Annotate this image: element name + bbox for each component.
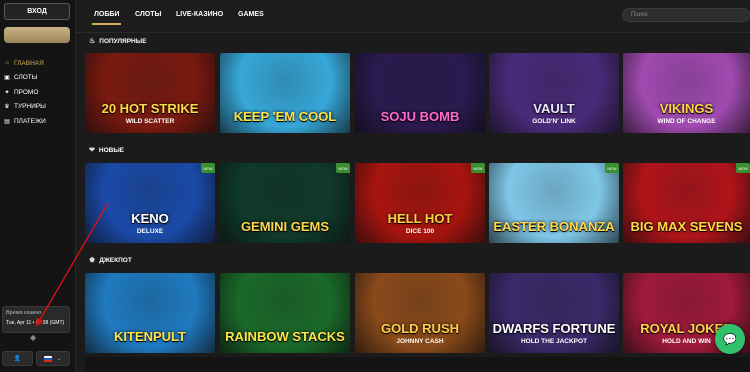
bottom-strip: [85, 357, 750, 372]
game-tile[interactable]: KENO DELUXE NEW: [85, 163, 215, 243]
game-subtitle: JOHNNY CASH: [396, 338, 444, 345]
game-row: KENO DELUXE NEW GEMINI GEMS NEW HELL HOT DICE …: [85, 163, 750, 243]
chat-button[interactable]: 💬: [715, 324, 745, 354]
game-tile[interactable]: 20 HOT STRIKE WILD SCATTER: [85, 53, 215, 133]
section-header: ❤ НОВЫЕ: [89, 146, 125, 155]
sidebar-item-2[interactable]: ✦ ПРОМО: [0, 85, 76, 100]
sidebar-item-label: ТУРНИРЫ: [14, 103, 46, 111]
tab-live-casino[interactable]: LIVE-КАЗИНО: [176, 11, 223, 18]
section-header: ♨ ПОПУЛЯРНЫЕ: [89, 37, 147, 46]
game-row: 20 HOT STRIKE WILD SCATTER KEEP 'EM COOL SO…: [85, 53, 750, 133]
sidebar-bottom-controls: 👤 ⌄: [2, 351, 70, 366]
trophy-icon: ♛: [4, 104, 10, 111]
sidebar-item-label: ПРОМО: [14, 88, 39, 96]
game-subtitle: WILD SCATTER: [125, 118, 175, 125]
game-tile[interactable]: KEEP 'EM COOL: [220, 53, 350, 133]
chat-icon: 💬: [723, 333, 737, 346]
game-tile[interactable]: DWARFS FORTUNE HOLD THE JACKPOT: [489, 273, 619, 353]
game-tile[interactable]: RAINBOW STACKS: [220, 273, 350, 353]
register-button[interactable]: [4, 27, 70, 43]
game-title: HELL HOT: [387, 211, 453, 226]
user-button[interactable]: 👤: [2, 351, 33, 366]
slots-icon: ▣: [4, 75, 10, 82]
game-subtitle: GOLD'N' LINK: [532, 118, 576, 125]
heart-icon: ❤: [89, 147, 95, 154]
sidebar-item-0[interactable]: ⌂ ГЛАВНАЯ: [0, 56, 76, 71]
login-button[interactable]: ВХОД: [4, 3, 70, 20]
game-title: GEMINI GEMS: [240, 219, 330, 234]
casino-lobby: ВХОД ⌂ ГЛАВНАЯ ▣ СЛОТЫ ✦ ПРОМО ♛ ТУРНИРЫ ▤ ПЛАТЕЖ…: [0, 0, 750, 372]
russia-flag-icon: [44, 355, 53, 362]
game-tile[interactable]: VIKINGS WIND OF CHANGE: [623, 53, 750, 133]
sidebar-item-4[interactable]: ▤ ПЛАТЕЖИ: [0, 114, 76, 129]
drag-handle-icon[interactable]: ◆: [30, 333, 40, 343]
gift-icon: ✦: [4, 89, 10, 96]
new-badge: NEW: [736, 163, 750, 173]
search-input[interactable]: Поиск: [622, 8, 750, 22]
casino-time-box: Время казино Tue, Apr 11 • 07:38 (GMT): [2, 306, 70, 333]
fire-icon: ♨: [89, 38, 96, 45]
game-subtitle: HOLD THE JACKPOT: [520, 338, 588, 345]
new-badge: NEW: [471, 163, 485, 173]
sidebar-nav: ⌂ ГЛАВНАЯ ▣ СЛОТЫ ✦ ПРОМО ♛ ТУРНИРЫ ▤ ПЛАТЕЖИ: [0, 56, 76, 129]
tab-slots[interactable]: СЛОТЫ: [135, 11, 161, 18]
section-title: ДЖЕКПОТ: [99, 256, 132, 264]
game-title: KITENPULT: [114, 329, 186, 344]
game-subtitle: DELUXE: [136, 228, 164, 235]
user-icon: 👤: [13, 356, 22, 362]
sidebar-item-label: СЛОТЫ: [14, 74, 38, 82]
game-tile[interactable]: BIG MAX SEVENS NEW: [623, 163, 750, 243]
top-bar: ЛОББИ СЛОТЫ LIVE-КАЗИНО GAMES Поиск: [76, 0, 750, 33]
sidebar-item-1[interactable]: ▣ СЛОТЫ: [0, 71, 76, 86]
game-tile[interactable]: EASTER BONANZA NEW: [489, 163, 619, 243]
tab-games[interactable]: GAMES: [238, 11, 264, 18]
game-title: DWARFS FORTUNE: [492, 321, 616, 336]
game-row: KITENPULT RAINBOW STACKS GOLD RUSH JOHNNY C…: [85, 273, 750, 353]
language-select[interactable]: ⌄: [36, 351, 70, 366]
game-tile[interactable]: KITENPULT: [85, 273, 215, 353]
game-title: KEEP 'EM COOL: [233, 109, 337, 124]
game-tile[interactable]: VAULT GOLD'N' LINK: [489, 53, 619, 133]
jackpot-icon: ♚: [89, 257, 96, 264]
new-badge: NEW: [201, 163, 215, 173]
game-subtitle: WIND OF CHANGE: [657, 118, 716, 125]
new-badge: NEW: [605, 163, 619, 173]
game-subtitle: DICE 100: [405, 228, 435, 235]
game-title: 20 HOT STRIKE: [101, 101, 199, 116]
game-tile[interactable]: SOJU BOMB: [355, 53, 485, 133]
search-placeholder: Поиск: [631, 12, 648, 18]
new-badge: NEW: [336, 163, 350, 173]
sidebar-item-label: ПЛАТЕЖИ: [14, 117, 46, 125]
section-title: ПОПУЛЯРНЫЕ: [99, 37, 147, 45]
game-title: VIKINGS: [659, 101, 714, 116]
section-header: ♚ ДЖЕКПОТ: [89, 256, 132, 265]
game-title: SOJU BOMB: [380, 109, 460, 124]
wallet-icon: ▤: [4, 118, 10, 125]
casino-time-label: Время казино: [6, 310, 42, 316]
casino-time-value: Tue, Apr 11 • 07:38 (GMT): [6, 320, 65, 326]
home-icon: ⌂: [5, 60, 9, 67]
sidebar: ВХОД ⌂ ГЛАВНАЯ ▣ СЛОТЫ ✦ ПРОМО ♛ ТУРНИРЫ ▤ ПЛАТЕЖ…: [0, 0, 76, 372]
game-tile[interactable]: HELL HOT DICE 100 NEW: [355, 163, 485, 243]
game-tile[interactable]: GEMINI GEMS NEW: [220, 163, 350, 243]
section-title: НОВЫЕ: [98, 146, 125, 154]
game-title: RAINBOW STACKS: [225, 329, 345, 344]
sidebar-item-3[interactable]: ♛ ТУРНИРЫ: [0, 100, 76, 115]
tab-lobby[interactable]: ЛОББИ: [91, 11, 122, 25]
game-title: VAULT: [533, 101, 575, 116]
game-title: KENO: [131, 211, 169, 226]
chevron-down-icon: ⌄: [56, 356, 62, 362]
game-title: BIG MAX SEVENS: [630, 219, 743, 234]
sidebar-item-label: ГЛАВНАЯ: [14, 59, 44, 67]
game-tile[interactable]: GOLD RUSH JOHNNY CASH: [355, 273, 485, 353]
game-title: EASTER BONANZA: [493, 219, 615, 234]
game-title: GOLD RUSH: [381, 321, 459, 336]
